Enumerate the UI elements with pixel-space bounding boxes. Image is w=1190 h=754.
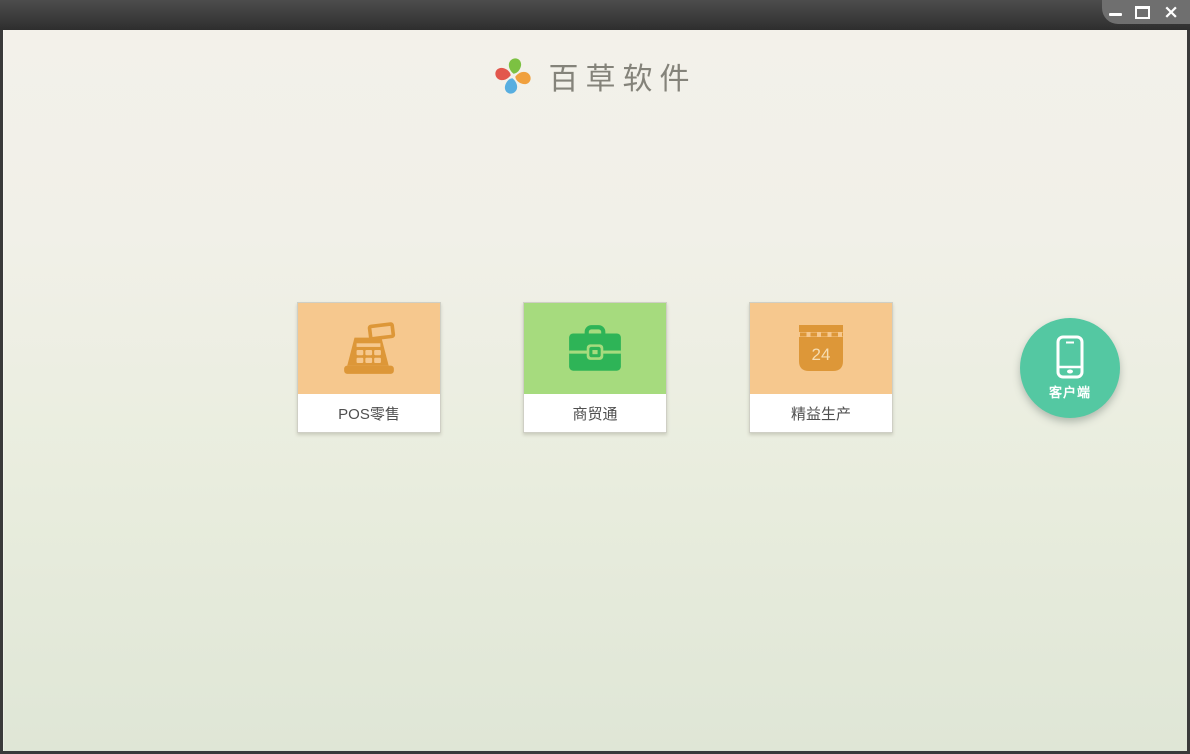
client-button-label: 客户端 [1048,385,1091,400]
logo-header: 百草软件 [3,30,1187,98]
card-icon-area: 24 [750,303,892,394]
client-app-button[interactable]: 客户端 [1020,318,1120,418]
close-icon: × [1163,1,1179,23]
card-icon-area [298,303,440,394]
maximize-button[interactable] [1135,3,1151,21]
calendar-icon: 24 [799,324,843,371]
card-label: 商贸通 [524,394,666,432]
minimize-icon [1109,12,1123,16]
smartphone-icon [1056,335,1084,379]
main-content: 百草软件 POS零售 商贸通 24 精益生产 客户端 [3,30,1187,751]
product-card-pos[interactable]: POS零售 [297,302,441,433]
app-window: × 百草软件 POS零售 商贸通 24 精益生产 客户端 [0,0,1190,754]
minimize-button[interactable] [1109,3,1123,21]
pinwheel-logo-icon [494,58,531,94]
card-label: 精益生产 [750,394,892,432]
close-button[interactable]: × [1163,1,1179,23]
titlebar-controls: × [1102,0,1190,24]
product-card-trade[interactable]: 商贸通 [523,302,667,433]
briefcase-icon [569,324,621,371]
card-label: POS零售 [298,394,440,432]
app-title: 百草软件 [548,62,697,97]
maximize-icon [1135,5,1151,19]
card-icon-area [524,303,666,394]
titlebar[interactable]: × [0,0,1190,30]
calendar-day-number: 24 [812,345,831,364]
cash-register-icon [344,321,396,374]
product-card-lean[interactable]: 24 精益生产 [749,302,893,433]
